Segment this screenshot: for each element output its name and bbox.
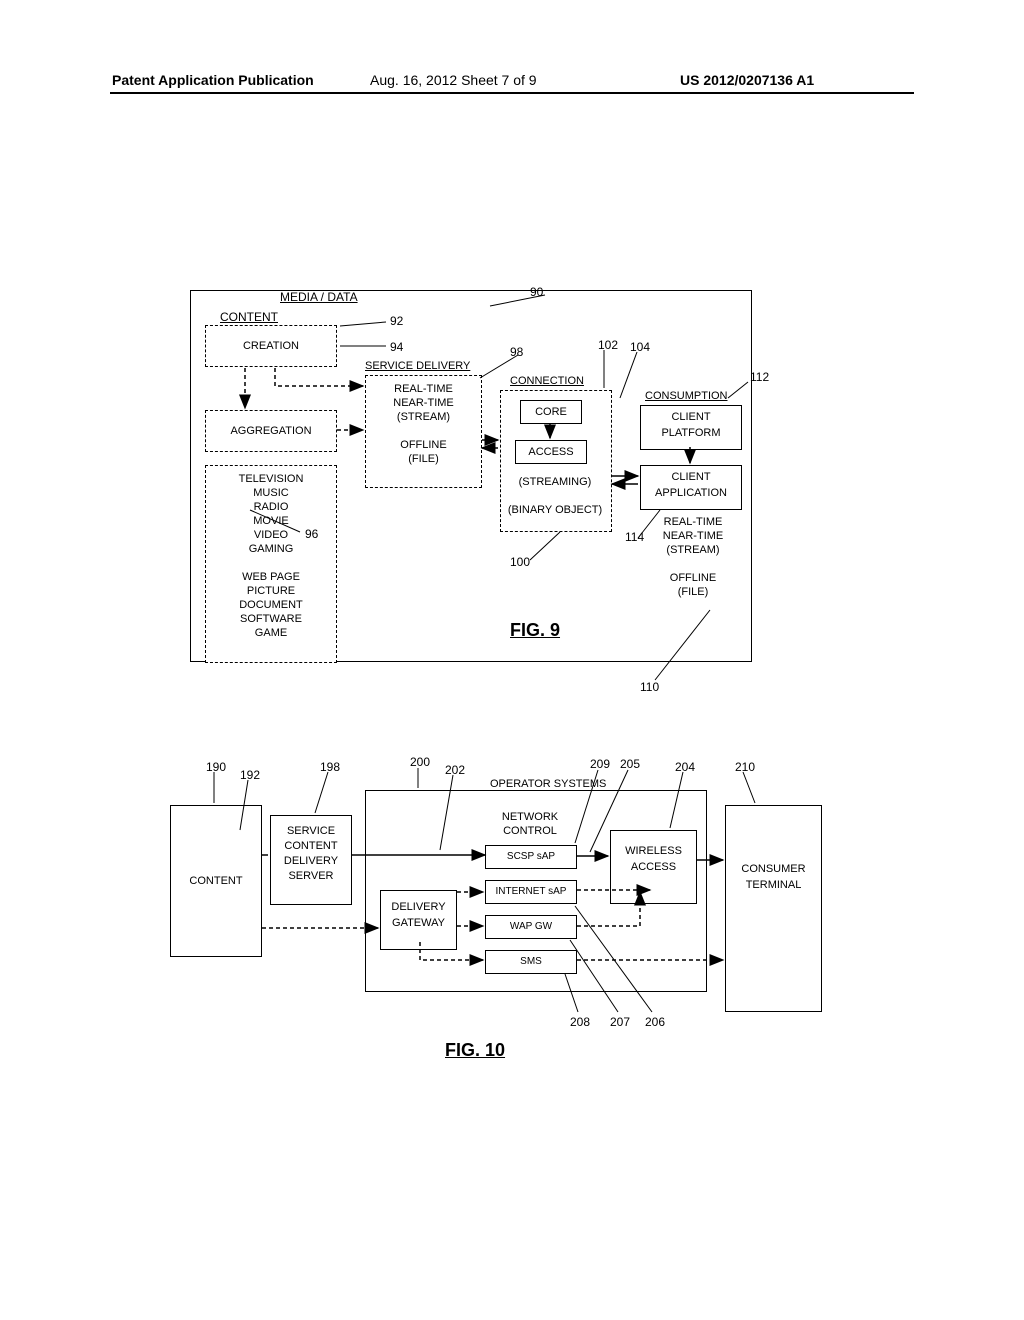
operator-systems-label: OPERATOR SYSTEMS (490, 778, 606, 790)
figure-10: 190 192 198 200 202 209 205 204 210 CONT… (170, 760, 850, 1090)
network-control-label: NETWORK CONTROL (490, 810, 570, 838)
fig9-caption: FIG. 9 (510, 620, 560, 641)
wap-gw-label: WAP GW (510, 921, 552, 932)
scds-label: SERVICE CONTENT DELIVERY SERVER (284, 825, 338, 882)
ref-112: 112 (750, 370, 769, 384)
ref-209: 209 (590, 757, 610, 771)
wap-gw-box: WAP GW (485, 915, 577, 939)
internet-sap-label: INTERNET sAP (496, 886, 567, 897)
scsp-sap-label: SCSP sAP (507, 851, 555, 862)
internet-sap-box: INTERNET sAP (485, 880, 577, 904)
ref-94: 94 (390, 340, 403, 354)
scsp-sap-box: SCSP sAP (485, 845, 577, 869)
consumer-terminal-box: CONSUMER TERMINAL (725, 805, 822, 1012)
wireless-access-box: WIRELESS ACCESS (610, 830, 697, 904)
cons-items-label: REAL-TIME NEAR-TIME (STREAM) OFFLINE (FI… (648, 515, 738, 599)
wireless-access-label: WIRELESS ACCESS (625, 845, 682, 873)
client-platform-label: CLIENT PLATFORM (661, 411, 720, 439)
ref-96: 96 (305, 527, 318, 541)
ref-98: 98 (510, 345, 523, 359)
creation-label: CREATION (243, 340, 299, 352)
service-delivery-title: SERVICE DELIVERY (365, 360, 470, 372)
ref-92: 92 (390, 314, 403, 328)
ref-110: 110 (640, 680, 659, 694)
ref-200: 200 (410, 755, 430, 769)
client-application-label: CLIENT APPLICATION (655, 471, 727, 499)
connection-title: CONNECTION (510, 375, 584, 387)
content-types-box: TELEVISION MUSIC RADIO MOVIE VIDEO GAMIN… (205, 465, 337, 663)
client-application-box: CLIENT APPLICATION (640, 465, 742, 510)
media-data-title: MEDIA / DATA (280, 290, 358, 304)
client-platform-box: CLIENT PLATFORM (640, 405, 742, 450)
sd-items-label: REAL-TIME NEAR-TIME (STREAM) OFFLINE (FI… (393, 383, 454, 465)
header-rule (110, 92, 914, 94)
page: Patent Application Publication Aug. 16, … (0, 0, 1024, 1320)
ref-104: 104 (630, 340, 650, 354)
content-box: CONTENT (170, 805, 262, 957)
ref-102: 102 (598, 338, 618, 352)
consumer-terminal-label: CONSUMER TERMINAL (741, 863, 805, 891)
delivery-gateway-label: DELIVERY GATEWAY (391, 901, 445, 929)
ref-192: 192 (240, 768, 260, 782)
ref-206: 206 (645, 1015, 665, 1029)
ref-202: 202 (445, 763, 465, 777)
aggregation-box: AGGREGATION (205, 410, 337, 452)
ref-208: 208 (570, 1015, 590, 1029)
ref-114: 114 (625, 530, 644, 544)
ref-90: 90 (530, 285, 543, 299)
ref-205: 205 (620, 757, 640, 771)
header-right: US 2012/0207136 A1 (680, 72, 814, 88)
content-label: CONTENT (189, 875, 242, 887)
access-label: ACCESS (528, 446, 573, 458)
consumption-title: CONSUMPTION (645, 390, 728, 402)
aggregation-label: AGGREGATION (230, 425, 311, 437)
scds-box: SERVICE CONTENT DELIVERY SERVER (270, 815, 352, 905)
core-label: CORE (535, 406, 567, 418)
ref-210: 210 (735, 760, 755, 774)
ref-198: 198 (320, 760, 340, 774)
delivery-gateway-box: DELIVERY GATEWAY (380, 890, 457, 950)
ref-190: 190 (206, 760, 226, 774)
figure-9: MEDIA / DATA CONTENT CREATION AGGREGATIO… (190, 290, 790, 690)
access-box: ACCESS (515, 440, 587, 464)
fig10-caption: FIG. 10 (445, 1040, 505, 1061)
content-types-label: TELEVISION MUSIC RADIO MOVIE VIDEO GAMIN… (239, 473, 304, 639)
conn-items-label: (STREAMING) (BINARY OBJECT) (505, 475, 605, 517)
core-box: CORE (520, 400, 582, 424)
ref-100: 100 (510, 555, 530, 569)
ref-207: 207 (610, 1015, 630, 1029)
sms-label: SMS (520, 956, 542, 967)
service-delivery-box: REAL-TIME NEAR-TIME (STREAM) OFFLINE (FI… (365, 375, 482, 488)
header-mid: Aug. 16, 2012 Sheet 7 of 9 (370, 72, 537, 88)
content-title: CONTENT (220, 310, 278, 324)
header-left: Patent Application Publication (112, 72, 314, 88)
sms-box: SMS (485, 950, 577, 974)
ref-204: 204 (675, 760, 695, 774)
creation-box: CREATION (205, 325, 337, 367)
